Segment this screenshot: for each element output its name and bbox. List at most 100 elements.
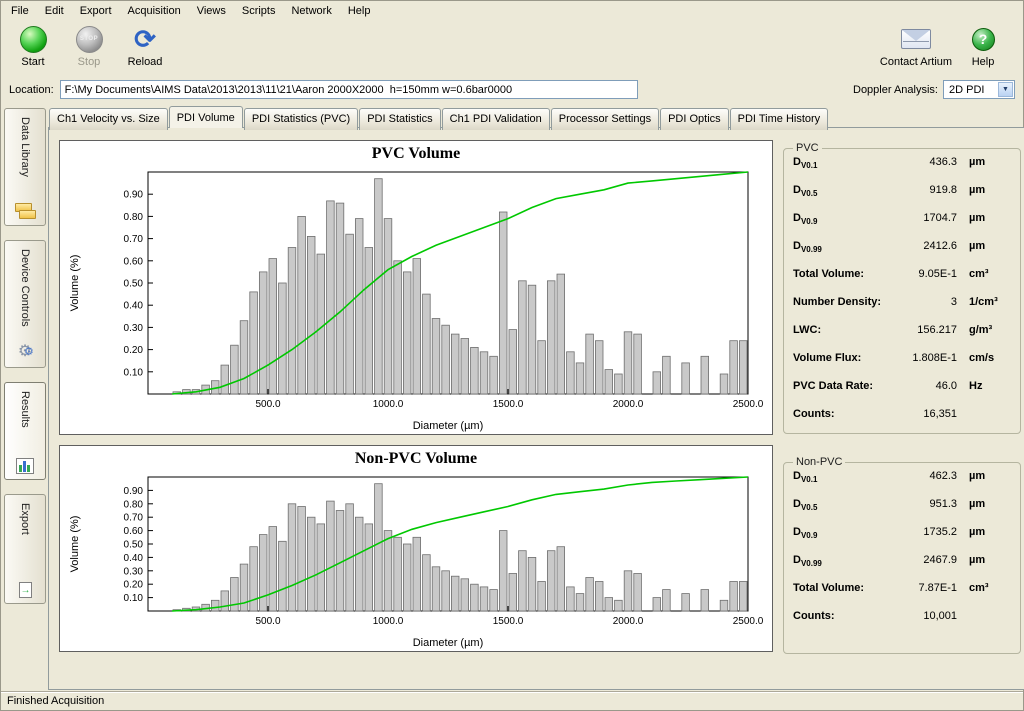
svg-text:0.30: 0.30	[124, 323, 144, 334]
charts-column: PVC Volume 0.100.200.300.400.500.600.700…	[59, 140, 773, 681]
stat-row: DV0.91735.2 µm	[793, 526, 1011, 554]
svg-text:2500.0: 2500.0	[733, 616, 764, 627]
help-label: Help	[957, 56, 1009, 68]
stat-label: DV0.1	[793, 470, 817, 484]
sidebar-item-export[interactable]: Export	[4, 494, 46, 604]
svg-text:0.50: 0.50	[124, 540, 144, 551]
start-icon	[20, 26, 47, 53]
tab-strip: Ch1 Velocity vs. SizePDI VolumePDI Stati…	[48, 106, 1024, 128]
svg-text:0.60: 0.60	[124, 526, 144, 537]
help-button[interactable]: ? Help	[957, 23, 1009, 68]
stat-unit: cm/s	[969, 352, 1011, 364]
folders-icon	[15, 202, 35, 220]
tab-ch1-pdi-validation[interactable]: Ch1 PDI Validation	[442, 108, 550, 130]
sidebar-item-results[interactable]: Results	[4, 382, 46, 480]
svg-text:Volume (%): Volume (%)	[69, 516, 81, 573]
pvc-chart-title: PVC Volume	[62, 143, 770, 164]
tab-pdi-time-history[interactable]: PDI Time History	[730, 108, 829, 130]
stat-unit: cm³	[969, 268, 1011, 280]
stat-label: DV0.9	[793, 526, 817, 540]
pvc-stats-group: PVC DV0.1436.3µmDV0.5919.8µmDV0.91704.7µ…	[783, 142, 1021, 434]
stat-row: DV0.1436.3µm	[793, 156, 1011, 184]
start-button[interactable]: Start	[7, 23, 59, 68]
stat-unit: µm	[969, 184, 1011, 196]
stat-unit: µm	[969, 526, 1011, 538]
nonpvc-chart-title: Non-PVC Volume	[62, 448, 770, 469]
tab-pdi-optics[interactable]: PDI Optics	[660, 108, 729, 130]
stat-row: LWC:156.217g/m³	[793, 324, 1011, 352]
stat-label: DV0.99	[793, 240, 822, 254]
tab-processor-settings[interactable]: Processor Settings	[551, 108, 659, 130]
svg-text:Diameter (µm): Diameter (µm)	[413, 637, 484, 649]
nonpvc-stats-title: Non-PVC	[793, 456, 845, 468]
chevron-down-icon[interactable]: ▼	[998, 82, 1013, 97]
help-icon: ?	[972, 28, 995, 51]
reload-label: Reload	[119, 56, 171, 68]
tab-pdi-volume[interactable]: PDI Volume	[169, 106, 243, 128]
svg-text:0.60: 0.60	[124, 256, 144, 267]
stat-value: 462.3	[817, 470, 961, 482]
sidebar-item-label: Export	[19, 503, 31, 535]
stop-button[interactable]: STOP Stop	[63, 23, 115, 68]
pvc-volume-plot: 0.100.200.300.400.500.600.700.800.90500.…	[62, 164, 770, 434]
toolbar-right: Contact Artium ? Help	[879, 23, 1013, 68]
stat-row: DV0.1462.3 µm	[793, 470, 1011, 498]
stat-row: Counts:16,351	[793, 408, 1011, 436]
contact-artium-label: Contact Artium	[879, 56, 953, 68]
status-text: Finished Acquisition	[7, 695, 104, 707]
menu-item-scripts[interactable]: Scripts	[234, 3, 284, 19]
chart-icon	[16, 458, 34, 474]
doppler-analysis-select[interactable]: 2D PDI ▼	[943, 80, 1015, 99]
menu-item-help[interactable]: Help	[340, 3, 379, 19]
stop-icon-text: STOP	[80, 36, 98, 42]
workspace: Data Library Device Controls Results Export…	[1, 102, 1023, 692]
tab-pdi-statistics-pvc[interactable]: PDI Statistics (PVC)	[244, 108, 358, 130]
tab-ch1-velocity-vs-size[interactable]: Ch1 Velocity vs. Size	[49, 108, 168, 130]
menu-item-file[interactable]: File	[3, 3, 37, 19]
stat-value: 1735.2	[817, 526, 961, 538]
stat-value: 3	[881, 296, 961, 308]
nonpvc-stat-rows: DV0.1462.3µmDV0.5951.3µmDV0.91735.2µmDV0…	[793, 470, 1011, 638]
menu-item-export[interactable]: Export	[72, 3, 120, 19]
stat-label: Counts:	[793, 408, 835, 420]
nonpvc-stats-group: Non-PVC DV0.1462.3µmDV0.5951.3µmDV0.9173…	[783, 456, 1021, 654]
svg-text:1500.0: 1500.0	[493, 616, 524, 627]
reload-icon: ⟳	[134, 26, 156, 52]
menu-item-network[interactable]: Network	[283, 3, 339, 19]
gears-icon	[14, 342, 36, 362]
menu-item-edit[interactable]: Edit	[37, 3, 72, 19]
stat-unit: µm	[969, 470, 1011, 482]
svg-text:0.80: 0.80	[124, 499, 144, 510]
help-glyph: ?	[979, 31, 988, 47]
stats-panel: PVC DV0.1436.3µmDV0.5919.8µmDV0.91704.7µ…	[783, 140, 1021, 681]
stat-unit: g/m³	[969, 324, 1011, 336]
stat-unit: µm	[969, 212, 1011, 224]
stat-value: 16,351	[835, 408, 961, 420]
tab-pdi-statistics[interactable]: PDI Statistics	[359, 108, 440, 130]
sidebar-item-label: Data Library	[19, 117, 31, 177]
svg-text:Diameter (µm): Diameter (µm)	[413, 420, 484, 432]
stat-value: 46.0	[873, 380, 961, 392]
stat-row: Counts:10,001	[793, 610, 1011, 638]
svg-text:0.40: 0.40	[124, 553, 144, 564]
reload-button[interactable]: ⟳ Reload	[119, 23, 171, 68]
stat-row: DV0.5919.8µm	[793, 184, 1011, 212]
sidebar-item-data-library[interactable]: Data Library	[4, 108, 46, 226]
contact-artium-button[interactable]: Contact Artium	[879, 23, 953, 68]
stat-row: DV0.5951.3µm	[793, 498, 1011, 526]
svg-text:0.20: 0.20	[124, 580, 144, 591]
svg-text:0.30: 0.30	[124, 566, 144, 577]
location-input[interactable]	[60, 80, 638, 99]
menubar: FileEditExportAcquisitionViewsScriptsNet…	[1, 1, 1023, 20]
menu-item-acquisition[interactable]: Acquisition	[120, 3, 189, 19]
stat-unit: Hz	[969, 380, 1011, 392]
stat-unit: µm	[969, 498, 1011, 510]
svg-text:500.0: 500.0	[255, 399, 280, 410]
svg-text:1500.0: 1500.0	[493, 399, 524, 410]
stat-row: DV0.992412.6µm	[793, 240, 1011, 268]
svg-text:2500.0: 2500.0	[733, 399, 764, 410]
sidebar-item-device-controls[interactable]: Device Controls	[4, 240, 46, 368]
stat-value: 10,001	[835, 610, 961, 622]
svg-text:0.70: 0.70	[124, 513, 144, 524]
menu-item-views[interactable]: Views	[189, 3, 234, 19]
